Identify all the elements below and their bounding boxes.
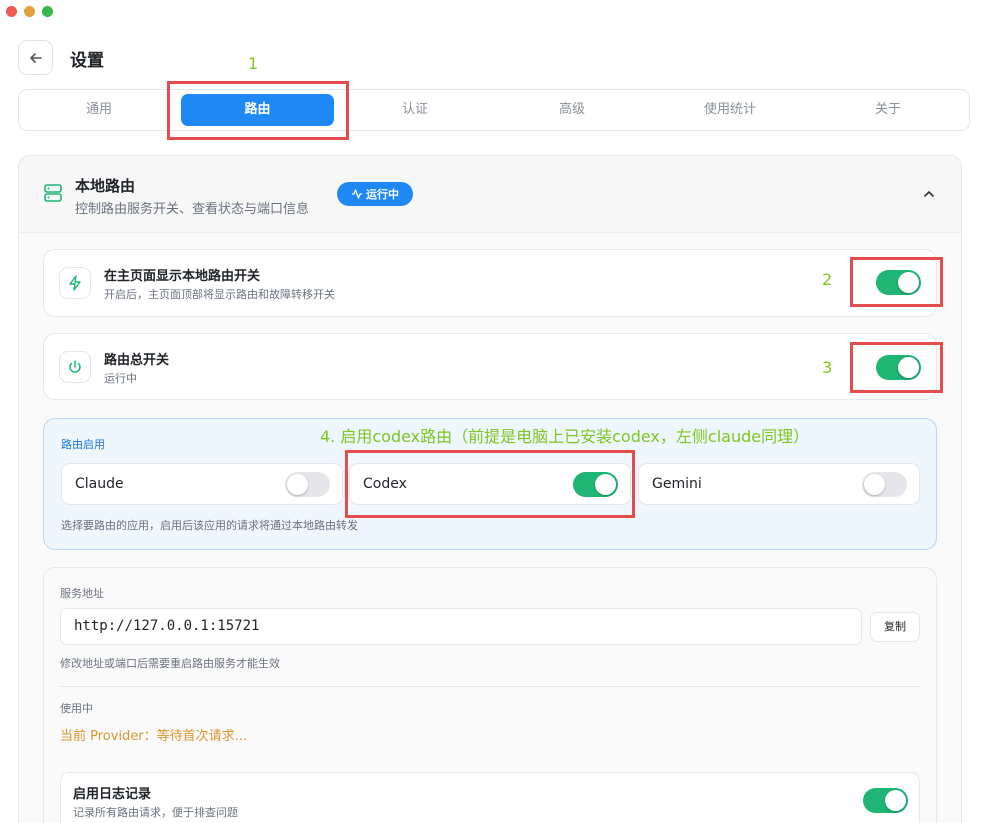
chevron-up-icon[interactable] [922, 188, 936, 200]
window-minimize-button[interactable] [24, 6, 35, 17]
current-provider-text: 当前 Provider：等待首次请求... [60, 729, 248, 744]
logging-toggle[interactable] [863, 788, 908, 813]
toggle-knob [864, 474, 885, 495]
service-hint: 修改地址或端口后需要重启路由服务才能生效 [60, 657, 280, 670]
activity-icon [352, 189, 362, 199]
annotation-box-codex [345, 450, 635, 518]
app-card-claude: Claude [61, 463, 343, 505]
status-badge: 运行中 [337, 182, 413, 206]
tab-bar: 通用 路由 认证 高级 使用统计 关于 [18, 89, 970, 131]
logging-desc: 记录所有路由请求，便于排查问题 [73, 806, 238, 819]
panel-header[interactable] [19, 156, 961, 233]
routing-enable-label: 路由启用 [61, 438, 105, 451]
in-use-label: 使用中 [60, 702, 93, 715]
tab-about[interactable]: 关于 [813, 90, 963, 130]
app-card-gemini: Gemini [638, 463, 920, 505]
service-address-input[interactable]: http://127.0.0.1:15721 [60, 608, 862, 645]
back-button[interactable] [18, 40, 53, 75]
app-name: Claude [75, 476, 124, 492]
tab-usage-stats[interactable]: 使用统计 [655, 90, 805, 130]
annotation-3: 3 [822, 358, 833, 377]
toggle-desc: 运行中 [104, 372, 137, 385]
toggle-title: 路由总开关 [104, 353, 170, 368]
routing-hint: 选择要路由的应用，启用后该应用的请求将通过本地路由转发 [61, 519, 358, 532]
window-close-button[interactable] [6, 6, 17, 17]
panel-subtitle: 控制路由服务开关、查看状态与端口信息 [75, 202, 310, 217]
power-icon [69, 360, 81, 373]
page-title: 设置 [70, 51, 104, 71]
arrow-left-icon [29, 52, 42, 63]
toggle-knob [885, 790, 906, 811]
panel-title: 本地路由 [75, 177, 136, 195]
toggle-knob [287, 474, 308, 495]
toggle-desc: 开启后，主页面顶部将显示路由和故障转移开关 [104, 288, 335, 301]
copy-button[interactable]: 复制 [870, 612, 920, 642]
tab-auth[interactable]: 认证 [340, 90, 490, 130]
tab-advanced[interactable]: 高级 [497, 90, 647, 130]
lightning-icon [69, 275, 81, 291]
status-badge-label: 运行中 [366, 188, 399, 201]
annotation-box-master-toggle [850, 342, 943, 393]
toggle-title: 在主页面显示本地路由开关 [104, 269, 261, 284]
annotation-4: 4. 启用codex路由（前提是电脑上已安装codex，左侧claude同理） [320, 427, 810, 446]
lightning-icon-box [59, 267, 91, 299]
logging-title: 启用日志记录 [73, 787, 152, 802]
power-icon-box [59, 351, 91, 383]
annotation-box-show-toggle [850, 257, 943, 307]
master-switch-card [43, 333, 937, 400]
annotation-1: 1 [248, 54, 259, 73]
service-address-label: 服务地址 [60, 587, 104, 600]
claude-toggle[interactable] [285, 472, 330, 497]
annotation-2: 2 [822, 270, 833, 289]
divider [60, 686, 920, 687]
server-icon [44, 184, 62, 202]
app-name: Gemini [652, 476, 702, 492]
window-maximize-button[interactable] [42, 6, 53, 17]
gemini-toggle[interactable] [862, 472, 907, 497]
annotation-box-routing-tab [167, 81, 349, 140]
tab-general[interactable]: 通用 [24, 90, 174, 130]
